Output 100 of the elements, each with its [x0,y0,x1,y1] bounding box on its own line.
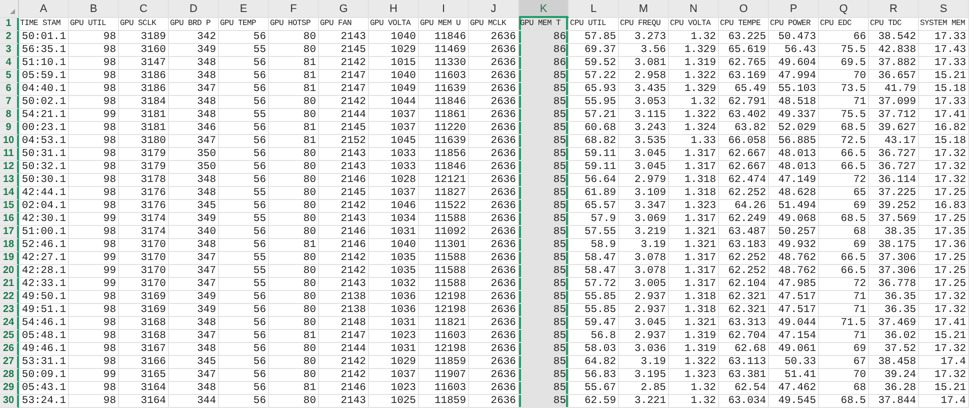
table-cell: 36.35 [869,291,919,304]
table-cell: 3.109 [619,187,669,200]
row-number[interactable]: 11 [0,148,19,161]
table-cell: 98 [69,161,119,174]
table-cell: 99 [69,265,119,278]
row-number[interactable]: 14 [0,187,19,200]
row-number[interactable]: 30 [0,395,19,408]
table-cell: 38.458 [869,356,919,369]
column-header[interactable]: I [419,0,469,18]
row-number[interactable]: 27 [0,356,19,369]
table-cell: 85 [519,382,569,395]
column-header[interactable]: S [919,0,969,18]
table-cell: 49.068 [769,213,819,226]
column-header[interactable]: B [69,0,119,18]
column-header[interactable]: L [569,0,619,18]
row-number[interactable]: 23 [0,304,19,317]
table-cell: 85 [519,213,569,226]
table-cell: 62.54 [719,382,769,395]
table-cell: 56 [219,148,269,161]
table-cell: 3170 [119,278,169,291]
table-cell: 66.5 [819,252,869,265]
column-header[interactable]: H [369,0,419,18]
row-number[interactable]: 13 [0,174,19,187]
table-cell: 69 [819,343,869,356]
row-number[interactable]: 15 [0,200,19,213]
row-number[interactable]: 26 [0,343,19,356]
row-number[interactable]: 21 [0,278,19,291]
table-cell: 345 [169,200,219,213]
table-cell: 3167 [119,343,169,356]
row-number[interactable]: 9 [0,122,19,135]
row-number[interactable]: 18 [0,239,19,252]
row-number[interactable]: 24 [0,317,19,330]
column-header[interactable]: Q [819,0,869,18]
column-header[interactable]: F [269,0,319,18]
table-cell: 2147 [319,70,369,83]
table-cell: 11588 [419,265,469,278]
table-cell: 55 [219,265,269,278]
row-number[interactable]: 17 [0,226,19,239]
table-cell: 42:33.1 [19,278,69,291]
table-cell: 48.013 [769,161,819,174]
table-cell: 81 [269,382,319,395]
table-cell: 85 [519,265,569,278]
row-number[interactable]: 12 [0,161,19,174]
row-number[interactable]: 8 [0,109,19,122]
column-title-cell: GPU HOTSP [269,18,319,31]
column-header[interactable]: K [519,0,569,18]
table-cell: 63.183 [719,239,769,252]
table-cell: 11821 [419,317,469,330]
table-cell: 1023 [369,382,419,395]
column-header[interactable]: P [769,0,819,18]
column-header[interactable]: A [19,0,69,18]
row-number[interactable]: 25 [0,330,19,343]
column-header[interactable]: O [719,0,769,18]
table-cell: 68.5 [819,395,869,408]
table-cell: 80 [269,161,319,174]
row-number[interactable]: 4 [0,57,19,70]
row-number[interactable]: 22 [0,291,19,304]
row-number[interactable]: 1 [0,18,19,31]
table-cell: 56 [219,174,269,187]
table-cell: 2144 [319,109,369,122]
row-number[interactable]: 20 [0,265,19,278]
table-cell: 62.104 [719,278,769,291]
table-cell: 36.778 [869,278,919,291]
table-cell: 1.33 [669,135,719,148]
table-cell: 58.03 [569,343,619,356]
column-header[interactable]: R [869,0,919,18]
table-cell: 36.02 [869,330,919,343]
select-all-button[interactable] [0,0,19,18]
table-cell: 62.667 [719,148,769,161]
table-cell: 80 [269,226,319,239]
table-cell: 47.154 [769,330,819,343]
row-number[interactable]: 10 [0,135,19,148]
column-header[interactable]: D [169,0,219,18]
row-number[interactable]: 3 [0,44,19,57]
row-number[interactable]: 16 [0,213,19,226]
column-header[interactable]: M [619,0,669,18]
table-cell: 1.317 [669,161,719,174]
table-cell: 1031 [369,343,419,356]
column-title-cell: GPU TEMP [219,18,269,31]
table-cell: 348 [169,382,219,395]
column-header[interactable]: N [669,0,719,18]
table-cell: 75.5 [819,44,869,57]
table-cell: 3.115 [619,109,669,122]
row-number[interactable]: 29 [0,382,19,395]
row-number[interactable]: 28 [0,369,19,382]
table-cell: 11301 [419,239,469,252]
table-cell: 05:43.1 [19,382,69,395]
table-cell: 85 [519,109,569,122]
column-header[interactable]: C [119,0,169,18]
column-header[interactable]: J [469,0,519,18]
row-number[interactable]: 7 [0,96,19,109]
column-header[interactable]: G [319,0,369,18]
row-number[interactable]: 6 [0,83,19,96]
table-cell: 02:04.1 [19,200,69,213]
row-number[interactable]: 5 [0,70,19,83]
row-number[interactable]: 2 [0,31,19,44]
row-number[interactable]: 19 [0,252,19,265]
column-title-cell: SYSTEM MEM [919,18,969,31]
table-cell: 61.89 [569,187,619,200]
column-header[interactable]: E [219,0,269,18]
